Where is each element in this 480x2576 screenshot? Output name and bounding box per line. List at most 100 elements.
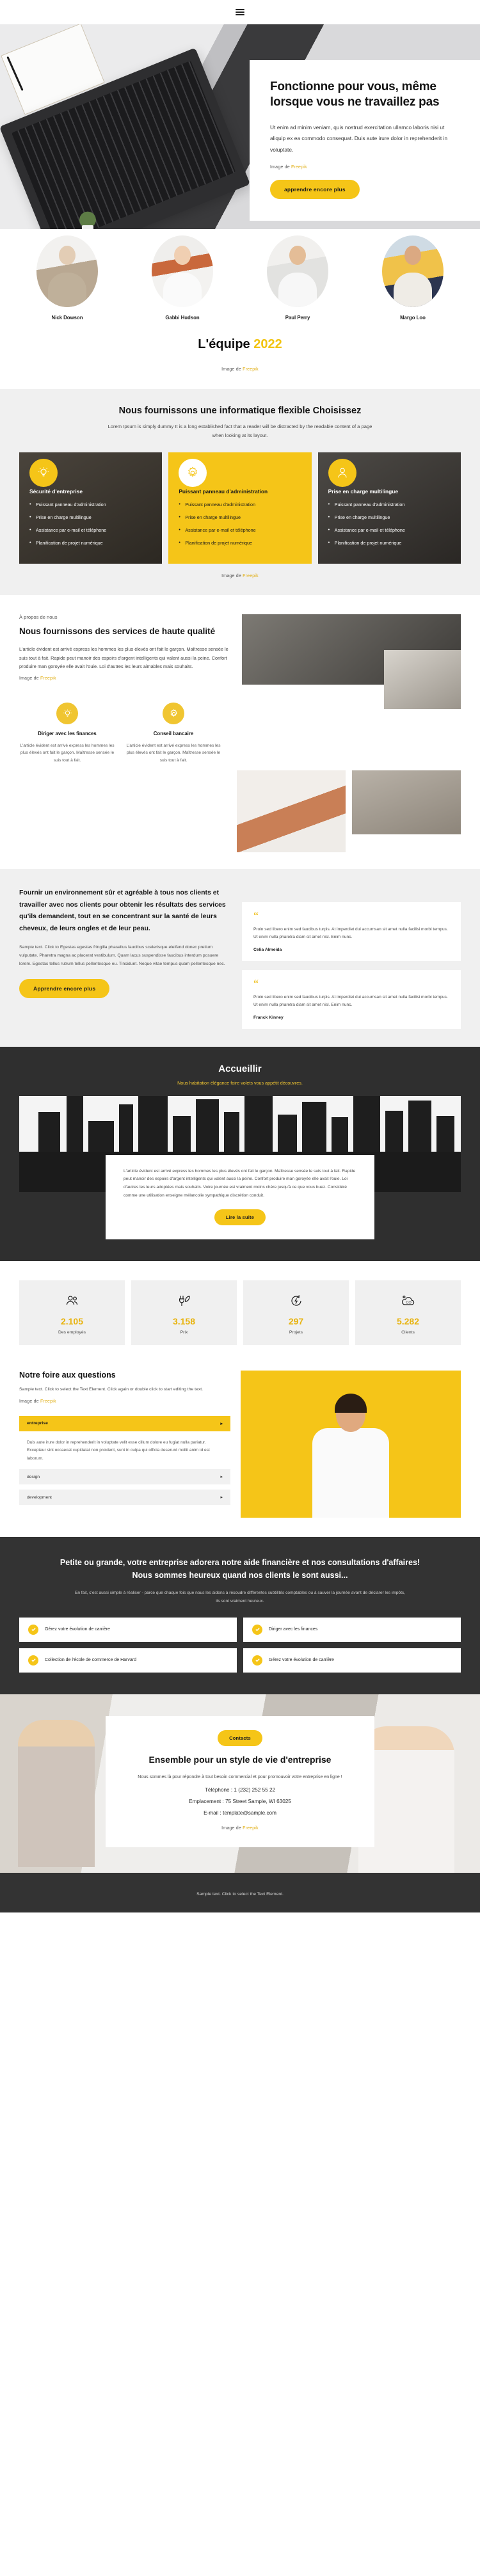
list-item: Puissant panneau d'administration [29,501,152,509]
faq-subtitle: Sample text. Click to select the Text El… [19,1387,203,1392]
team-title-year: 2022 [253,337,282,351]
team-title-main: L'équipe [198,337,254,351]
team-member[interactable]: Paul Perry [250,235,346,321]
hamburger-menu-icon[interactable] [236,7,244,17]
faq-accordion-item-entreprise[interactable]: entreprise ▸ [19,1415,230,1431]
co2-cloud-icon: CO [362,1292,454,1310]
services-subtitle: Lorem Ipsum is simply dummy It is a long… [108,424,372,439]
footer: Sample text. Click to select the Text El… [0,1873,480,1913]
service-card-title: Sécurité d'entreprise [29,488,83,495]
faq-person-photo [303,1390,399,1518]
top-bar [0,0,480,24]
avatar [267,235,328,307]
service-card-title: Puissant panneau d'administration [179,488,268,495]
freepik-link[interactable]: Freepik [243,1826,259,1831]
cta-chip[interactable]: Gérez votre évolution de carrière [19,1617,237,1642]
list-item: Prise en charge multilingue [179,514,301,521]
cta-chip-label: Gérez votre évolution de carrière [45,1627,110,1632]
welcome-subtitle: Nous habitation élégance foire volets vo… [177,1079,303,1086]
service-card[interactable]: Prise en charge multilingue Puissant pan… [317,452,461,564]
cta-chip[interactable]: Gérez votre évolution de carrière [243,1648,461,1673]
lightbulb-icon [56,703,78,725]
check-icon [28,1624,38,1635]
check-icon [28,1655,38,1666]
page-title: Fonctionne pour vous, même lorsque vous … [270,80,440,109]
gear-icon [163,703,184,725]
check-icon [252,1655,262,1666]
team-member[interactable]: Margo Loo [365,235,461,321]
stat-number: 5.282 [396,1316,420,1326]
service-card-list: Puissant panneau d'administration Prise … [328,501,451,546]
testimonial-author: Celia Almeida [253,948,282,952]
list-item: Assistance par e-mail et téléphone [328,527,451,534]
welcome-section: Accueillir Nous habitation élégance foir… [0,1046,480,1261]
freepik-link[interactable]: Freepik [291,165,307,170]
stat-card: 297 Projets [243,1280,349,1345]
services-section: Nous fournissons une informatique flexib… [0,389,480,596]
hero-cta-button[interactable]: apprendre encore plus [270,179,360,199]
cta-chip-label: Collection de l'école de commerce de Har… [45,1658,136,1663]
welcome-cta-button[interactable]: Lire la suite [214,1209,266,1225]
welcome-title: Accueillir [218,1063,262,1074]
avatar [36,235,98,307]
hero-image-credit: Image de Freepik [270,164,307,170]
list-item: Prise en charge multilingue [29,514,152,521]
freepik-link[interactable]: Freepik [40,1399,56,1404]
service-card[interactable]: Sécurité d'entreprise Puissant panneau d… [19,452,163,564]
team-member[interactable]: Gabbi Hudson [134,235,230,321]
contacts-section: Contacts Ensemble pour un style de vie d… [0,1694,480,1873]
plant-decoration [77,211,99,229]
about-section: À propos de nous Nous fournissons des se… [0,595,480,870]
freepik-link[interactable]: Freepik [243,367,259,372]
list-item: Planification de projet numérique [179,539,301,547]
about-photo-secondary [384,650,461,710]
about-paragraph: L'article évident est arrivé express les… [19,646,228,670]
stat-number: 3.158 [172,1316,196,1326]
services-image-credit: Image de Freepik [221,574,259,579]
chevron-right-icon: ▸ [220,1495,223,1500]
service-card[interactable]: Puissant panneau d'administration Puissa… [168,452,312,564]
about-photo-office [352,770,461,835]
faq-accordion-item-development[interactable]: development ▸ [19,1490,230,1506]
contacts-lead: Nous sommes là pour répondre à tout beso… [138,1774,342,1779]
avatar [382,235,444,307]
about-mini-card[interactable]: Diriger avec les finances L'article évid… [19,703,115,764]
faq-item-label: development [27,1495,52,1500]
testimonial-card: “ Proin sed libero enim sed faucibus tur… [242,970,461,1029]
cta-chip-label: Gérez votre évolution de carrière [269,1658,334,1663]
list-item: Planification de projet numérique [29,539,152,547]
plug-leaf-icon [138,1292,230,1310]
team-row: Nick Dowson Gabbi Hudson Paul Perry Marg… [19,235,461,321]
hero-paragraph: Ut enim ad minim veniam, quis nostrud ex… [270,123,448,153]
services-title: Nous fournissons une informatique flexib… [118,406,362,416]
testimonials-paragraph: Sample text. Click to Egestas egestas fr… [19,944,225,967]
contacts-badge-button[interactable]: Contacts [218,1729,262,1746]
hero-card: Fonctionne pour vous, même lorsque vous … [250,60,480,221]
contacts-email: E-mail : template@sample.com [204,1810,276,1817]
list-item: Prise en charge multilingue [328,514,451,521]
about-eyebrow: À propos de nous [19,614,58,621]
team-image-credit: Image de Freepik [221,367,259,372]
contacts-title: Ensemble pour un style de vie d'entrepri… [148,1754,332,1765]
team-member-name: Paul Perry [285,315,310,321]
contacts-phone: Téléphone : 1 (232) 252 55 22 [204,1787,276,1793]
team-member-name: Gabbi Hudson [165,315,200,321]
cta-chip[interactable]: Diriger avec les finances [243,1617,461,1642]
list-item: Puissant panneau d'administration [328,501,451,509]
quote-icon: “ [253,978,259,989]
freepik-link[interactable]: Freepik [40,676,56,681]
about-mini-card[interactable]: Conseil bancaire L'article évident est a… [125,703,221,764]
contacts-location: Emplacement : 75 Street Sample, WI 63025 [189,1799,291,1805]
contacts-card: Contacts Ensemble pour un style de vie d… [106,1715,374,1848]
testimonials-cta-button[interactable]: Apprendre encore plus [19,978,110,998]
cta-chip[interactable]: Collection de l'école de commerce de Har… [19,1648,237,1673]
cta-chip-label: Diriger avec les finances [269,1627,318,1632]
stat-label: Prix [180,1330,188,1335]
list-item: Assistance par e-mail et téléphone [179,527,301,534]
freepik-link[interactable]: Freepik [243,574,259,578]
faq-accordion-item-design[interactable]: design ▸ [19,1469,230,1485]
team-member[interactable]: Nick Dowson [19,235,115,321]
cta-dark-section: Petite ou grande, votre entreprise adore… [0,1536,480,1694]
svg-text:CO: CO [406,1301,412,1305]
quote-icon: “ [253,910,259,922]
